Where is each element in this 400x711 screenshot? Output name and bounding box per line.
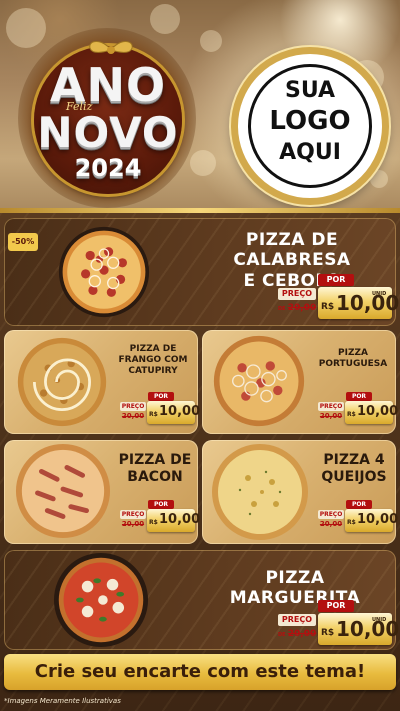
product-title: PIZZA PORTUGUESA bbox=[312, 348, 394, 370]
current-price: 10,00 bbox=[336, 291, 400, 315]
currency-label: R$ bbox=[149, 519, 158, 526]
price-por-label: POR bbox=[318, 600, 354, 612]
price-tag: POR PREÇO 20,00 R$ 10,00 bbox=[318, 500, 398, 534]
price-preco-label: PREÇO bbox=[278, 288, 316, 300]
currency-label: R$ bbox=[347, 519, 356, 526]
price-box: R$ 10,00 UNID bbox=[318, 287, 399, 319]
pizza-frango-image bbox=[17, 337, 107, 427]
price-box: R$ 10,00 bbox=[345, 509, 398, 532]
unit-label: UNID bbox=[372, 617, 387, 623]
currency-label: R$ bbox=[347, 411, 356, 418]
product-title: PIZZA DE BACON bbox=[112, 452, 198, 486]
product-title-line: FRANGO COM bbox=[118, 354, 188, 365]
price-tag: POR PREÇO 20,00 R$ 10,00 bbox=[318, 392, 398, 426]
price-por-label: POR bbox=[318, 274, 354, 286]
price-preco-label: PREÇO bbox=[318, 510, 344, 519]
product-title-line: CATUPIRY bbox=[128, 365, 178, 376]
current-price: 10,00 bbox=[336, 617, 400, 641]
price-por-label: POR bbox=[148, 392, 174, 401]
pizza-calabresa-image bbox=[58, 226, 150, 318]
price-por-label: POR bbox=[346, 500, 372, 509]
logo-text-1: SUA bbox=[284, 78, 336, 103]
currency-label: R$ bbox=[321, 628, 335, 638]
price-de-label: DE bbox=[278, 632, 286, 638]
price-preco-label: PREÇO bbox=[278, 614, 316, 626]
cta-banner[interactable]: Crie seu encarte com este tema! bbox=[4, 654, 396, 690]
bokeh-light bbox=[6, 8, 46, 48]
product-title-line: PORTUGUESA bbox=[318, 358, 388, 369]
price-box: R$ 10,00 bbox=[147, 401, 200, 424]
price-de-label: DE bbox=[278, 306, 286, 312]
price-tag: POR PREÇO DE 20,00 R$ 10,00 UNID bbox=[278, 600, 399, 646]
old-price: 20,00 bbox=[319, 412, 343, 420]
price-box: R$ 10,00 bbox=[147, 509, 200, 532]
currency-label: R$ bbox=[321, 302, 335, 312]
price-preco-label: PREÇO bbox=[120, 402, 146, 411]
currency-label: R$ bbox=[149, 411, 158, 418]
price-tag: POR PREÇO DE 20,00 R$ 10,00 UNID bbox=[278, 274, 399, 320]
pizza-marguerita-image bbox=[53, 552, 149, 648]
product-title-line: PIZZA 4 bbox=[323, 452, 385, 468]
badge-year: 2024 bbox=[74, 154, 142, 182]
old-price: 20,00 bbox=[287, 629, 317, 639]
price-box: R$ 10,00 bbox=[345, 401, 398, 424]
price-por-label: POR bbox=[346, 392, 372, 401]
pizza-queijos-image bbox=[212, 444, 308, 540]
price-tag: POR PREÇO 20,00 R$ 10,00 bbox=[120, 500, 200, 534]
product-title-line: PIZZA bbox=[338, 348, 368, 358]
product-title: PIZZA DE FRANGO COM CATUPIRY bbox=[110, 344, 196, 376]
product-title-line: PIZZA DE bbox=[129, 344, 177, 354]
price-box: R$ 10,00 UNID bbox=[318, 613, 399, 645]
current-price: 10,00 bbox=[357, 512, 399, 527]
price-tag: POR PREÇO 20,00 R$ 10,00 bbox=[120, 392, 200, 426]
old-price: 20,00 bbox=[121, 520, 145, 528]
pizza-bacon-image bbox=[15, 443, 111, 539]
flyer: ANO Feliz NOVO 2024 SUA LOGO AQUI -50% P… bbox=[0, 0, 400, 711]
price-por-label: POR bbox=[148, 500, 174, 509]
old-price: 20,00 bbox=[287, 303, 317, 313]
product-title-line: QUEIJOS bbox=[321, 468, 387, 485]
badge-novo: NOVO bbox=[37, 108, 179, 157]
logo-text-3: AQUI bbox=[279, 140, 341, 165]
old-price: 20,00 bbox=[319, 520, 343, 528]
current-price: 10,00 bbox=[159, 512, 201, 527]
badge-ano: ANO bbox=[49, 58, 167, 112]
price-preco-label: PREÇO bbox=[120, 510, 146, 519]
unit-label: UNID bbox=[372, 291, 387, 297]
product-title-line: PIZZA DE CALABRESA bbox=[233, 230, 351, 271]
current-price: 10,00 bbox=[159, 404, 201, 419]
product-title: PIZZA 4 QUEIJOS bbox=[314, 452, 394, 486]
pizza-portuguesa-image bbox=[213, 335, 305, 427]
product-title-line: BACON bbox=[127, 468, 183, 485]
bokeh-light bbox=[200, 30, 222, 52]
old-price: 20,00 bbox=[121, 412, 145, 420]
footnote: *Imagens Meramente Ilustrativas bbox=[4, 697, 121, 705]
bokeh-light bbox=[150, 4, 180, 34]
discount-badge: -50% bbox=[8, 233, 38, 251]
logo-text-2: LOGO bbox=[269, 106, 351, 136]
product-title-line: PIZZA DE bbox=[118, 452, 192, 468]
current-price: 10,00 bbox=[357, 404, 399, 419]
price-preco-label: PREÇO bbox=[318, 402, 344, 411]
